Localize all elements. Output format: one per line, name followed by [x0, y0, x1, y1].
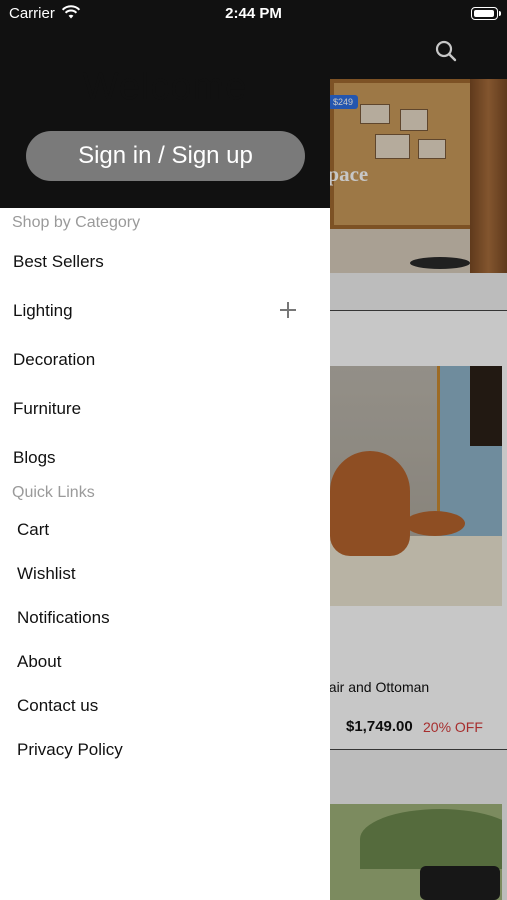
- status-bar: Carrier 2:44 PM: [0, 0, 507, 26]
- sign-in-button[interactable]: Sign in / Sign up: [26, 131, 305, 181]
- drawer-header: Welcome Sign in / Sign up: [0, 0, 330, 208]
- plus-icon[interactable]: [279, 301, 297, 319]
- menu-item-best-sellers[interactable]: Best Sellers: [13, 252, 104, 272]
- welcome-title: Welcome: [82, 66, 248, 108]
- shop-by-category-heading: Shop by Category: [12, 214, 141, 231]
- menu-item-cart[interactable]: Cart: [17, 520, 49, 540]
- menu-item-privacy-policy[interactable]: Privacy Policy: [17, 740, 123, 760]
- menu-item-wishlist[interactable]: Wishlist: [17, 564, 76, 584]
- side-drawer: Welcome Sign in / Sign up Shop by Catego…: [0, 0, 330, 900]
- menu-item-notifications[interactable]: Notifications: [17, 608, 110, 628]
- clock: 2:44 PM: [225, 5, 282, 22]
- menu-item-lighting[interactable]: Lighting: [13, 301, 73, 321]
- menu-item-about[interactable]: About: [17, 652, 61, 672]
- quick-links-heading: Quick Links: [12, 484, 95, 501]
- battery-icon: [471, 7, 498, 20]
- menu-item-decoration[interactable]: Decoration: [13, 350, 95, 370]
- menu-item-furniture[interactable]: Furniture: [13, 399, 81, 419]
- menu-item-blogs[interactable]: Blogs: [13, 448, 56, 468]
- menu-item-contact-us[interactable]: Contact us: [17, 696, 98, 716]
